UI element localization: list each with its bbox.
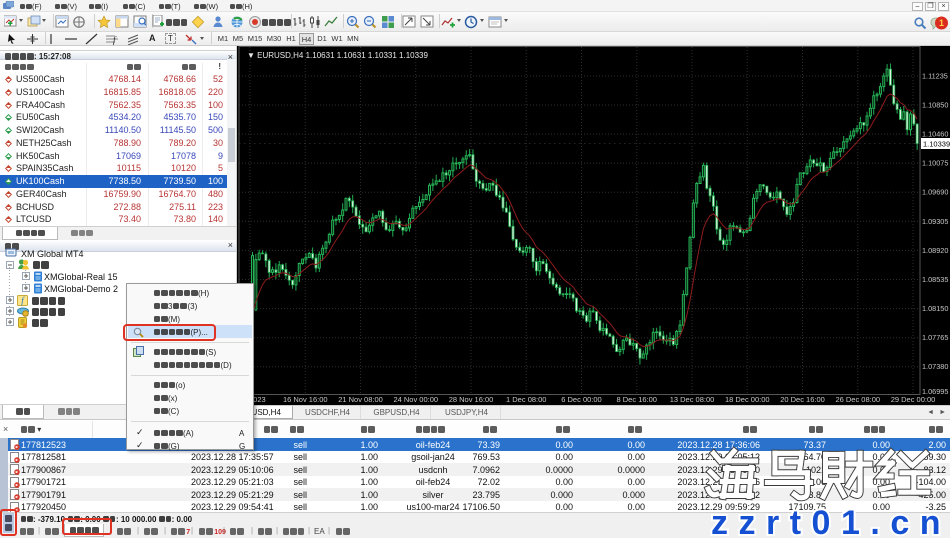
svg-text:1.07380: 1.07380 xyxy=(922,362,948,371)
svg-text:21 Nov 08:00: 21 Nov 08:00 xyxy=(338,395,383,404)
svg-text:1.09305: 1.09305 xyxy=(922,217,948,226)
svg-text:1: 1 xyxy=(939,18,944,28)
svg-text:13 Dec 08:00: 13 Dec 08:00 xyxy=(670,395,715,404)
svg-text:f: f xyxy=(113,35,117,45)
svg-text:1.08535: 1.08535 xyxy=(922,275,948,284)
svg-text:16 Nov 16:00: 16 Nov 16:00 xyxy=(283,395,328,404)
svg-text:1.11235: 1.11235 xyxy=(922,72,948,81)
svg-text:28 Nov 16:00: 28 Nov 16:00 xyxy=(449,395,494,404)
svg-text:29 Dec 00:00: 29 Dec 00:00 xyxy=(891,395,936,404)
svg-text:▼ EURUSD,H4 1.10631 1.10631 1: ▼ EURUSD,H4 1.10631 1.10631 1.10331 1.10… xyxy=(247,51,428,60)
svg-text:26 Dec 08:00: 26 Dec 08:00 xyxy=(835,395,880,404)
svg-text:18 Dec 00:00: 18 Dec 00:00 xyxy=(725,395,770,404)
svg-text:24 Nov 00:00: 24 Nov 00:00 xyxy=(393,395,438,404)
svg-text:1.09690: 1.09690 xyxy=(922,188,948,197)
svg-text:1.10075: 1.10075 xyxy=(922,159,948,168)
svg-text:1.10460: 1.10460 xyxy=(922,130,948,139)
svg-text:1.07765: 1.07765 xyxy=(922,333,948,342)
svg-text:1.10850: 1.10850 xyxy=(922,101,948,110)
svg-text:1.08150: 1.08150 xyxy=(922,304,948,313)
svg-text:8 Dec 16:00: 8 Dec 16:00 xyxy=(617,395,657,404)
svg-text:1.08920: 1.08920 xyxy=(922,246,948,255)
svg-text:20 Dec 16:00: 20 Dec 16:00 xyxy=(780,395,825,404)
svg-text:1 Dec 08:00: 1 Dec 08:00 xyxy=(506,395,546,404)
svg-text:1.10339: 1.10339 xyxy=(923,140,950,149)
svg-text:6 Dec 00:00: 6 Dec 00:00 xyxy=(561,395,601,404)
svg-text:zzrt01.cn: zzrt01.cn xyxy=(711,506,950,538)
